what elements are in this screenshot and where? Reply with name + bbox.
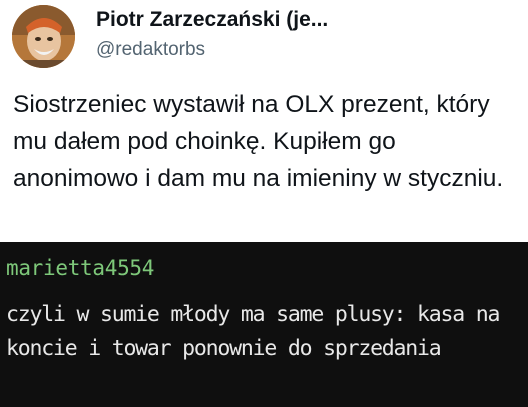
tweet-text: Siostrzeniec wystawił na OLX prezent, kt… (13, 91, 504, 192)
tweet-card: Piotr Zarzeczański (je... @redaktorbs Si… (0, 0, 528, 242)
author-name[interactable]: Piotr Zarzeczański (je... (96, 8, 328, 32)
comment-text: czyli w sumie młody ma same plusy: kasa … (6, 302, 500, 361)
comment-username[interactable]: marietta4554 (6, 256, 154, 280)
comment-block: marietta4554 czyli w sumie młody ma same… (0, 242, 528, 407)
avatar-image (12, 5, 75, 68)
avatar[interactable] (12, 5, 75, 68)
author-handle[interactable]: @redaktorbs (96, 39, 205, 61)
